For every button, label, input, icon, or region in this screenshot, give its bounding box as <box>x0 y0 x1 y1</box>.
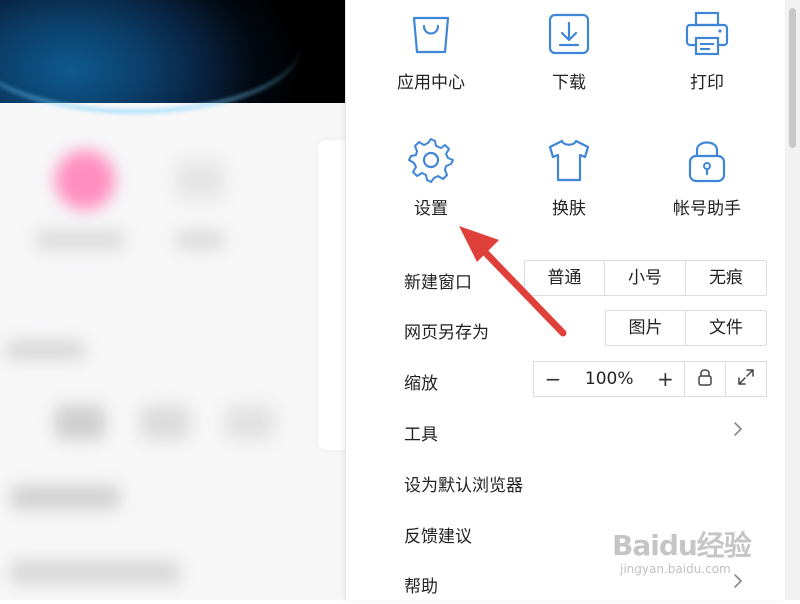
menu-item-tools[interactable]: 工具 <box>404 412 769 452</box>
download-label: 下载 <box>552 73 586 93</box>
blurred-content <box>225 405 275 440</box>
blurred-content <box>55 405 105 440</box>
skin-button[interactable]: 换肤 <box>519 136 619 219</box>
zoom-in-button[interactable]: + <box>656 367 674 391</box>
print-button[interactable]: 打印 <box>657 10 757 93</box>
app-center-button[interactable]: 应用中心 <box>381 10 481 93</box>
app-center-label: 应用中心 <box>397 73 465 93</box>
chevron-right-icon <box>729 572 747 590</box>
menu-item-feedback[interactable]: 反馈建议 <box>404 514 769 554</box>
save-as-image-button[interactable]: 图片 <box>606 311 686 345</box>
print-label: 打印 <box>690 73 724 93</box>
new-window-small-button[interactable]: 小号 <box>605 261 686 295</box>
save-as-options: 图片 文件 <box>605 310 767 346</box>
scrollbar[interactable] <box>785 0 800 600</box>
scrollbar-thumb[interactable] <box>789 8 796 148</box>
save-as-file-button[interactable]: 文件 <box>686 311 766 345</box>
settings-label: 设置 <box>414 199 448 219</box>
account-assistant-button[interactable]: 帐号助手 <box>657 136 757 219</box>
zoom-stepper: − 100% + <box>534 362 686 396</box>
blurred-content <box>5 340 85 360</box>
blurred-content <box>140 405 190 440</box>
new-window-normal-button[interactable]: 普通 <box>525 261 605 295</box>
lock-icon <box>657 136 757 184</box>
skin-label: 换肤 <box>552 199 586 219</box>
lock-icon <box>697 368 713 390</box>
account-assistant-label: 帐号助手 <box>673 199 741 219</box>
new-window-options: 普通 小号 无痕 <box>524 260 767 296</box>
bag-icon <box>381 10 481 58</box>
save-as-label: 网页另存为 <box>404 323 489 343</box>
save-as-row: 网页另存为 图片 文件 <box>404 310 769 350</box>
blurred-content <box>35 230 125 250</box>
earth-banner-image <box>0 0 345 103</box>
zoom-value: 100% <box>584 369 634 389</box>
menu-item-help[interactable]: 帮助 <box>404 564 769 604</box>
zoom-row: 缩放 − 100% + <box>404 361 769 401</box>
gear-icon <box>381 136 481 184</box>
zoom-lock-button[interactable] <box>685 362 727 396</box>
menu-item-set-default[interactable]: 设为默认浏览器 <box>404 463 769 503</box>
blurred-content <box>10 560 180 585</box>
blurred-content <box>10 485 120 510</box>
settings-button[interactable]: 设置 <box>381 136 481 219</box>
background-page <box>0 0 345 600</box>
printer-icon <box>657 10 757 58</box>
blurred-content <box>175 160 225 200</box>
new-window-label: 新建窗口 <box>404 273 472 293</box>
blurred-avatar <box>55 150 115 210</box>
help-label: 帮助 <box>404 577 438 597</box>
fullscreen-button[interactable] <box>726 362 766 396</box>
blurred-content <box>175 230 225 250</box>
chevron-right-icon <box>729 420 747 438</box>
feedback-label: 反馈建议 <box>404 527 472 547</box>
zoom-label: 缩放 <box>404 374 438 394</box>
download-icon <box>519 10 619 58</box>
shirt-icon <box>519 136 619 184</box>
tools-label: 工具 <box>404 425 438 445</box>
new-window-row: 新建窗口 普通 小号 无痕 <box>404 260 769 300</box>
zoom-out-button[interactable]: − <box>544 367 562 391</box>
zoom-controls: − 100% + <box>533 361 767 397</box>
download-button[interactable]: 下载 <box>519 10 619 93</box>
fullscreen-icon <box>737 368 755 390</box>
new-window-incognito-button[interactable]: 无痕 <box>686 261 766 295</box>
set-default-label: 设为默认浏览器 <box>404 476 523 496</box>
background-card <box>318 140 345 450</box>
